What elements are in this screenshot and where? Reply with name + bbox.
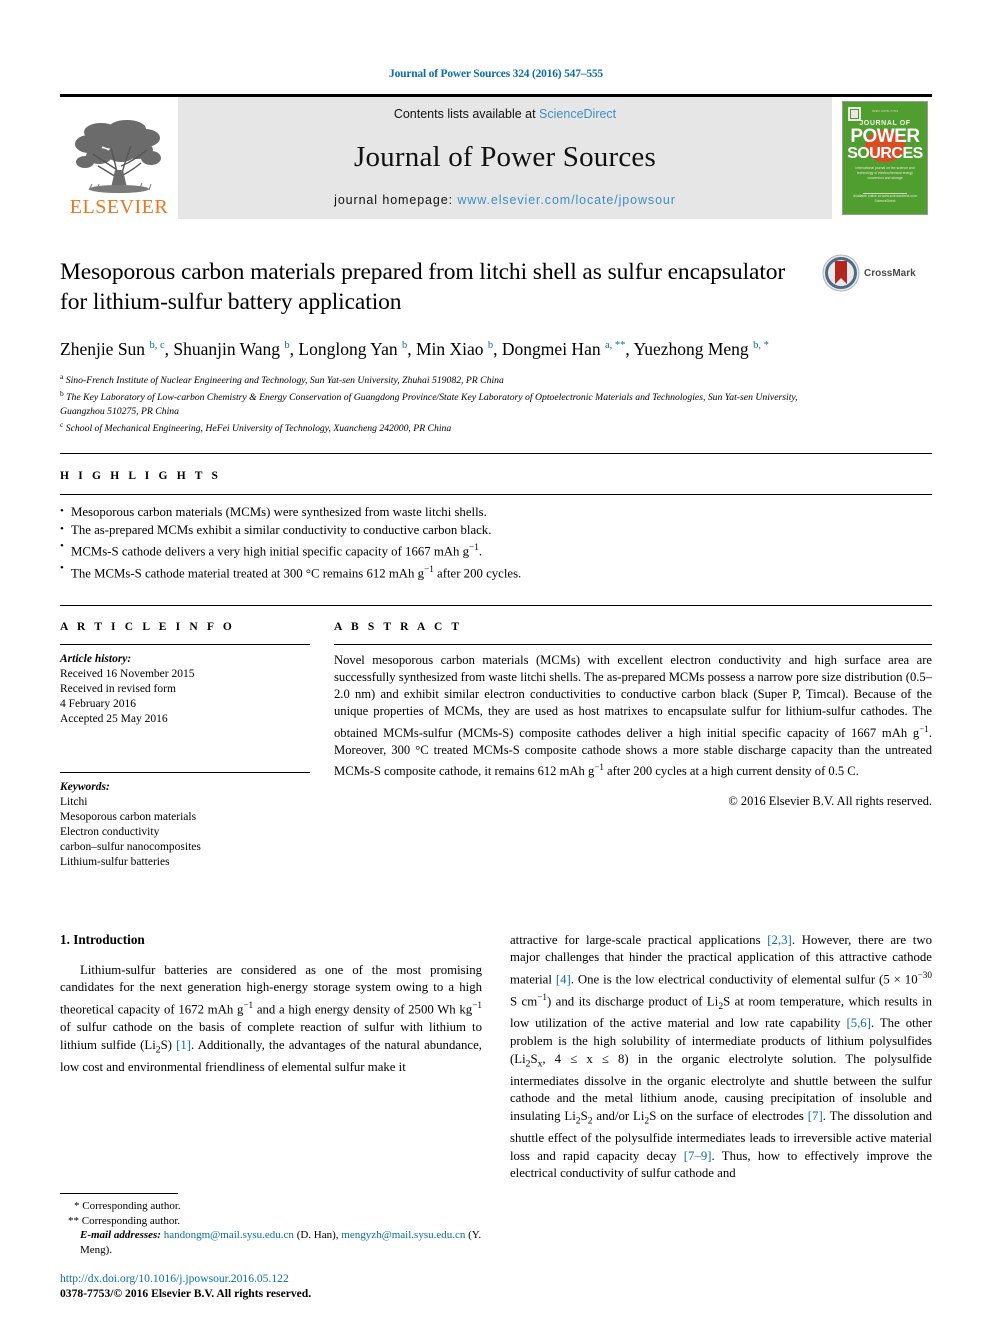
highlight-item: The as-prepared MCMs exhibit a similar c… [60, 521, 932, 540]
footnote-divider [60, 1193, 178, 1194]
homepage-prefix: journal homepage: [334, 193, 458, 207]
body-column-left: 1. Introduction Lithium-sulfur batteries… [60, 932, 482, 1232]
keyword-item: Lithium-sulfur batteries [60, 855, 170, 868]
info-abstract-section: A R T I C L E I N F O Article history: R… [60, 604, 932, 870]
contents-available-line: Contents lists available at ScienceDirec… [394, 107, 616, 121]
email-link-meng[interactable]: mengyzh@mail.sysu.edu.cn [341, 1229, 465, 1241]
email-link-han[interactable]: handongm@mail.sysu.edu.cn [164, 1229, 294, 1241]
article-info-divider [60, 643, 310, 645]
highlight-item: MCMs-S cathode delivers a very high init… [60, 538, 932, 561]
highlight-item: The MCMs-S cathode material treated at 3… [60, 560, 932, 583]
section-heading-introduction: 1. Introduction [60, 931, 145, 947]
keyword-item: Litchi [60, 795, 88, 808]
doi-block: http://dx.doi.org/10.1016/j.jpowsour.201… [60, 1271, 490, 1301]
highlights-divider [60, 494, 932, 496]
homepage-url-link[interactable]: www.elsevier.com/locate/jpowsour [457, 193, 675, 207]
article-history-line: Received 16 November 2015 [60, 667, 195, 680]
body-columns: 1. Introduction Lithium-sulfur batteries… [60, 932, 932, 1232]
contents-prefix: Contents lists available at [393, 107, 540, 121]
masthead-center: Contents lists available at ScienceDirec… [178, 97, 832, 219]
crossmark-label: CrossMark [864, 267, 916, 279]
abstract-divider [334, 643, 932, 645]
sciencedirect-link[interactable]: ScienceDirect [539, 107, 616, 121]
cover-power-word: POWER [850, 126, 920, 147]
crossmark-badge[interactable]: CrossMark [822, 253, 932, 293]
affiliation-c: c School of Mechanical Engineering, HeFe… [60, 418, 812, 435]
footnote-corresponding-2: ** Corresponding author. [68, 1214, 181, 1227]
affiliation-text-a: Sino-French Institute of Nuclear Enginee… [65, 375, 504, 387]
elsevier-logo: ELSEVIER [60, 97, 178, 219]
affiliation-marker-b: b [60, 389, 64, 399]
doi-link[interactable]: http://dx.doi.org/10.1016/j.jpowsour.201… [60, 1271, 490, 1286]
elsevier-tree-icon [75, 120, 161, 193]
elsevier-wordmark: ELSEVIER [69, 196, 169, 218]
journal-cover-wrap: ISSN 0378-7753 JOURNAL OF POWER SOURCES … [832, 97, 932, 219]
keywords-divider [60, 771, 310, 773]
email-owner-han: (D. Han) [296, 1229, 336, 1241]
email-addresses-label: E-mail addresses: [80, 1229, 161, 1241]
article-info-column: A R T I C L E I N F O Article history: R… [60, 621, 334, 870]
affiliation-text-b: The Key Laboratory of Low-carbon Chemist… [60, 392, 798, 417]
affiliation-list: a Sino-French Institute of Nuclear Engin… [60, 370, 812, 436]
journal-homepage-line: journal homepage: www.elsevier.com/locat… [334, 193, 676, 207]
abstract-column: A B S T R A C T Novel mesoporous carbon … [334, 621, 932, 870]
article-history-line: Accepted 25 May 2016 [60, 712, 168, 725]
journal-masthead: ELSEVIER Contents lists available at Sci… [60, 94, 932, 219]
footnote-corresponding-1: * Corresponding author. [74, 1200, 181, 1212]
cover-footer: Available online at www.sciencedirect.co… [853, 194, 917, 203]
running-head: Journal of Power Sources 324 (2016) 547–… [389, 68, 603, 80]
affiliation-marker-c: c [60, 419, 64, 429]
cover-sources-word: SOURCES [847, 145, 923, 162]
author-list: Zhenjie Sun b, c, Shuanjin Wang b, Longl… [60, 338, 769, 359]
keyword-item: carbon–sulfur nanocomposites [60, 840, 201, 853]
affiliation-a: a Sino-French Institute of Nuclear Engin… [60, 370, 812, 387]
paper-page: Journal of Power Sources 324 (2016) 547–… [0, 0, 992, 1323]
affiliation-b: b The Key Laboratory of Low-carbon Chemi… [60, 387, 812, 418]
issn-copyright-line: 0378-7753/© 2016 Elsevier B.V. All right… [60, 1287, 312, 1300]
crossmark-icon [822, 254, 860, 292]
article-history-line: 4 February 2016 [60, 697, 137, 710]
intro-paragraph-left: Lithium-sulfur batteries are considered … [60, 962, 482, 1074]
article-history-heading: Article history: [60, 652, 132, 665]
keyword-item: Electron conductivity [60, 825, 160, 838]
journal-title: Journal of Power Sources [354, 140, 656, 173]
footnotes-block: * Corresponding author. ** Corresponding… [60, 1193, 490, 1257]
intro-paragraph-right: attractive for large-scale practical app… [510, 932, 933, 1181]
title-block: CrossMark Mesoporous carbon materials pr… [60, 254, 932, 436]
article-info-label: A R T I C L E I N F O [60, 620, 235, 633]
cover-top-line: ISSN 0378-7753 [871, 109, 899, 113]
highlights-list: Mesoporous carbon materials (MCMs) were … [60, 503, 932, 583]
cover-subtitle: International journal on the science and… [855, 166, 915, 180]
abstract-label: A B S T R A C T [334, 620, 463, 633]
body-column-right: attractive for large-scale practical app… [510, 932, 932, 1232]
journal-cover-image: ISSN 0378-7753 JOURNAL OF POWER SOURCES … [842, 101, 928, 215]
keyword-item: Mesoporous carbon materials [60, 810, 197, 823]
highlight-item: Mesoporous carbon materials (MCMs) were … [60, 503, 932, 522]
affiliation-marker-a: a [60, 371, 64, 381]
highlights-label: H I G H L I G H T S [60, 470, 222, 483]
abstract-copyright: © 2016 Elsevier B.V. All rights reserved… [728, 793, 932, 808]
affiliation-text-c: School of Mechanical Engineering, HeFei … [65, 423, 452, 435]
footnote-emails: E-mail addresses: handongm@mail.sysu.edu… [80, 1229, 482, 1256]
abstract-text: Novel mesoporous carbon materials (MCMs)… [334, 652, 932, 779]
highlights-section: H I G H L I G H T S Mesoporous carbon ma… [60, 453, 932, 583]
article-history-line: Received in revised form [60, 682, 176, 695]
article-title: Mesoporous carbon materials prepared fro… [60, 259, 786, 315]
keywords-heading: Keywords: [60, 780, 110, 793]
